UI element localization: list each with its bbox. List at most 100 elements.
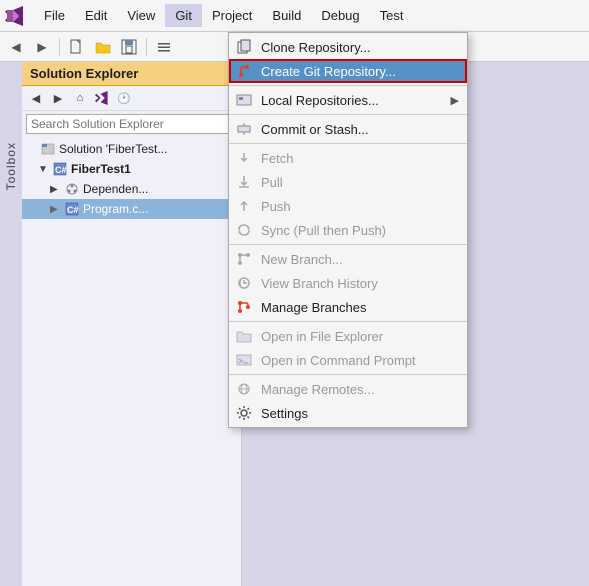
menu-test[interactable]: Test — [370, 4, 414, 27]
tree-arrow-program: ▶ — [50, 204, 64, 215]
menu-file[interactable]: File — [34, 4, 75, 27]
se-forward-btn[interactable]: ▶ — [48, 88, 68, 108]
clone-icon — [235, 38, 253, 56]
pull-icon — [235, 173, 253, 191]
new-file-btn[interactable] — [65, 35, 89, 59]
svg-text:C#: C# — [55, 165, 67, 175]
manage-branches-icon — [235, 298, 253, 316]
create-repo-icon — [235, 62, 253, 80]
se-header: Solution Explorer — [22, 62, 241, 86]
commit-icon — [235, 120, 253, 138]
cs-file-icon: C# — [64, 201, 80, 217]
settings-btn[interactable] — [152, 35, 176, 59]
clone-label: Clone Repository... — [261, 40, 371, 55]
commit-label: Commit or Stash... — [261, 122, 369, 137]
tree-label-project: FiberTest1 — [71, 162, 131, 176]
menu-item-fetch: Fetch — [229, 146, 467, 170]
tree-item-solution[interactable]: Solution 'FiberTest... — [22, 139, 241, 159]
menu-section-clone: Clone Repository... Create Git Repositor… — [229, 33, 467, 86]
manage-branches-label: Manage Branches — [261, 300, 367, 315]
tree-label-deps: Dependen... — [83, 182, 148, 196]
tree-arrow-project: ▼ — [38, 164, 52, 175]
separator-2 — [146, 38, 147, 56]
folder-btn[interactable] — [91, 35, 115, 59]
submenu-arrow: ▶ — [451, 94, 459, 107]
sync-icon — [235, 221, 253, 239]
file-explorer-label: Open in File Explorer — [261, 329, 383, 344]
manage-remotes-label: Manage Remotes... — [261, 382, 374, 397]
menu-debug[interactable]: Debug — [311, 4, 369, 27]
menu-build[interactable]: Build — [262, 4, 311, 27]
tree-item-program[interactable]: ▶ C# Program.c... — [22, 199, 241, 219]
cmd-prompt-icon — [235, 351, 253, 369]
menu-git[interactable]: Git — [165, 4, 202, 27]
se-vs-btn[interactable] — [92, 88, 112, 108]
tree-item-deps[interactable]: ▶ Dependen... — [22, 179, 241, 199]
new-branch-icon — [235, 250, 253, 268]
menu-item-local-repos[interactable]: Local Repositories... ▶ — [229, 88, 467, 112]
menu-item-file-explorer: Open in File Explorer — [229, 324, 467, 348]
tree-item-project[interactable]: ▼ C# FiberTest1 — [22, 159, 241, 179]
push-icon — [235, 197, 253, 215]
menu-item-clone[interactable]: Clone Repository... — [229, 35, 467, 59]
local-repos-icon — [235, 91, 253, 109]
menu-item-pull: Pull — [229, 170, 467, 194]
se-home-btn[interactable]: ⌂ — [70, 88, 90, 108]
deps-icon — [64, 181, 80, 197]
menu-item-new-branch: New Branch... — [229, 247, 467, 271]
menu-view[interactable]: View — [117, 4, 165, 27]
menu-bar: File Edit View Git Project Build Debug T… — [0, 0, 589, 32]
menu-item-manage-remotes: Manage Remotes... — [229, 377, 467, 401]
settings-icon — [235, 404, 253, 422]
se-back-btn[interactable]: ◀ — [26, 88, 46, 108]
menu-section-fetch: Fetch Pull Push — [229, 144, 467, 245]
menu-item-create-repo[interactable]: Create Git Repository... — [229, 59, 467, 83]
fetch-icon — [235, 149, 253, 167]
pull-label: Pull — [261, 175, 283, 190]
vs-logo — [4, 5, 26, 27]
new-branch-label: New Branch... — [261, 252, 343, 267]
fetch-label: Fetch — [261, 151, 294, 166]
toolbox-panel: Toolbox — [0, 62, 22, 586]
local-repos-label: Local Repositories... — [261, 93, 379, 108]
svg-text:C#: C# — [67, 205, 79, 215]
menu-item-cmd-prompt: Open in Command Prompt — [229, 348, 467, 372]
menu-section-branches: New Branch... View Branch History — [229, 245, 467, 322]
save-btn[interactable] — [117, 35, 141, 59]
se-toolbar: ◀ ▶ ⌂ 🕐 — [22, 86, 241, 111]
menu-item-commit[interactable]: Commit or Stash... — [229, 117, 467, 141]
menu-item-manage-branches[interactable]: Manage Branches — [229, 295, 467, 319]
menu-section-settings: Manage Remotes... Settings — [229, 375, 467, 427]
se-search-input[interactable] — [26, 114, 237, 134]
menu-section-commit: Commit or Stash... — [229, 115, 467, 144]
forward-btn[interactable]: ▶ — [30, 35, 54, 59]
git-dropdown-menu: Clone Repository... Create Git Repositor… — [228, 32, 468, 428]
menu-project[interactable]: Project — [202, 4, 262, 27]
menu-section-local: Local Repositories... ▶ — [229, 86, 467, 115]
toolbox-label: Toolbox — [4, 142, 18, 190]
tree-label-solution: Solution 'FiberTest... — [59, 142, 167, 156]
remotes-icon — [235, 380, 253, 398]
cs-project-icon: C# — [52, 161, 68, 177]
menu-item-branch-history: View Branch History — [229, 271, 467, 295]
se-tree: Solution 'FiberTest... ▼ C# FiberTest1 ▶… — [22, 137, 241, 586]
menu-item-sync: Sync (Pull then Push) — [229, 218, 467, 242]
tree-arrow-deps: ▶ — [50, 184, 64, 195]
push-label: Push — [261, 199, 291, 214]
menu-edit[interactable]: Edit — [75, 4, 117, 27]
menu-item-push: Push — [229, 194, 467, 218]
settings-label: Settings — [261, 406, 308, 421]
cmd-prompt-label: Open in Command Prompt — [261, 353, 416, 368]
se-clock-btn[interactable]: 🕐 — [114, 88, 134, 108]
branch-history-icon — [235, 274, 253, 292]
file-explorer-icon — [235, 327, 253, 345]
branch-history-label: View Branch History — [261, 276, 378, 291]
back-btn[interactable]: ◀ — [4, 35, 28, 59]
solution-icon — [40, 141, 56, 157]
separator-1 — [59, 38, 60, 56]
create-repo-label: Create Git Repository... — [261, 64, 396, 79]
sync-label: Sync (Pull then Push) — [261, 223, 386, 238]
tree-label-program: Program.c... — [83, 202, 148, 216]
menu-item-settings[interactable]: Settings — [229, 401, 467, 425]
menu-section-open: Open in File Explorer Open in Command Pr… — [229, 322, 467, 375]
